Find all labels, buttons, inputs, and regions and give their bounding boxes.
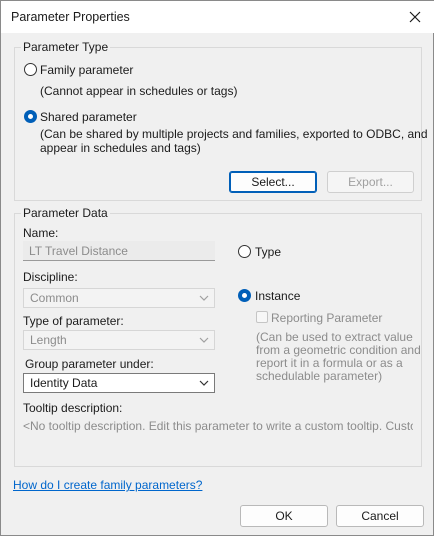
shared-parameter-note-line2: appear in schedules and tags) bbox=[40, 141, 201, 155]
type-radio-label[interactable]: Type bbox=[255, 245, 281, 259]
ok-button[interactable]: OK bbox=[240, 505, 328, 527]
family-parameter-label[interactable]: Family parameter bbox=[40, 63, 133, 77]
reporting-note-line4: schedulable parameter) bbox=[256, 369, 383, 383]
family-parameter-radio[interactable] bbox=[24, 63, 37, 76]
discipline-dropdown[interactable]: Common bbox=[23, 288, 215, 308]
name-value: LT Travel Distance bbox=[29, 243, 128, 258]
name-label: Name: bbox=[23, 226, 59, 240]
tooltip-description-text: <No tooltip description. Edit this param… bbox=[23, 419, 413, 433]
chevron-down-icon bbox=[199, 337, 209, 343]
close-icon bbox=[409, 11, 421, 23]
cancel-button[interactable]: Cancel bbox=[336, 505, 424, 527]
parameter-type-group-label: Parameter Type bbox=[21, 40, 111, 54]
group-parameter-under-label: Group parameter under: bbox=[25, 357, 154, 371]
parameter-properties-dialog: Parameter Properties Parameter Type Fami… bbox=[0, 0, 435, 536]
parameter-data-group-label: Parameter Data bbox=[21, 206, 110, 220]
instance-radio-label[interactable]: Instance bbox=[255, 289, 300, 303]
window-title: Parameter Properties bbox=[11, 10, 130, 24]
chevron-down-icon bbox=[199, 295, 209, 301]
shared-parameter-label[interactable]: Shared parameter bbox=[40, 110, 137, 124]
chevron-down-icon bbox=[199, 380, 209, 386]
reporting-note-line2: from a geometric condition and bbox=[256, 343, 421, 357]
type-radio[interactable] bbox=[238, 245, 251, 258]
help-link[interactable]: How do I create family parameters? bbox=[13, 478, 202, 492]
name-field[interactable]: LT Travel Distance bbox=[23, 241, 215, 261]
tooltip-description-label: Tooltip description: bbox=[23, 401, 123, 415]
title-bar: Parameter Properties bbox=[1, 1, 435, 33]
discipline-label: Discipline: bbox=[23, 270, 78, 284]
group-parameter-under-value: Identity Data bbox=[30, 376, 98, 390]
reporting-note-line1: (Can be used to extract value bbox=[256, 330, 413, 344]
reporting-parameter-checkbox[interactable] bbox=[256, 311, 268, 323]
export-button[interactable]: Export... bbox=[327, 171, 414, 193]
family-parameter-note: (Cannot appear in schedules or tags) bbox=[40, 84, 238, 98]
type-of-parameter-value: Length bbox=[30, 333, 67, 347]
reporting-note-line3: report it in a formula or as a bbox=[256, 356, 403, 370]
select-button[interactable]: Select... bbox=[229, 171, 317, 193]
shared-parameter-radio[interactable] bbox=[24, 110, 37, 123]
discipline-value: Common bbox=[30, 291, 79, 305]
reporting-parameter-label[interactable]: Reporting Parameter bbox=[271, 311, 382, 325]
type-of-parameter-label: Type of parameter: bbox=[23, 314, 124, 328]
instance-radio[interactable] bbox=[238, 289, 251, 302]
group-parameter-under-dropdown[interactable]: Identity Data bbox=[23, 373, 215, 393]
shared-parameter-note-line1: (Can be shared by multiple projects and … bbox=[40, 127, 428, 141]
close-button[interactable] bbox=[395, 1, 435, 33]
type-of-parameter-dropdown[interactable]: Length bbox=[23, 330, 215, 350]
